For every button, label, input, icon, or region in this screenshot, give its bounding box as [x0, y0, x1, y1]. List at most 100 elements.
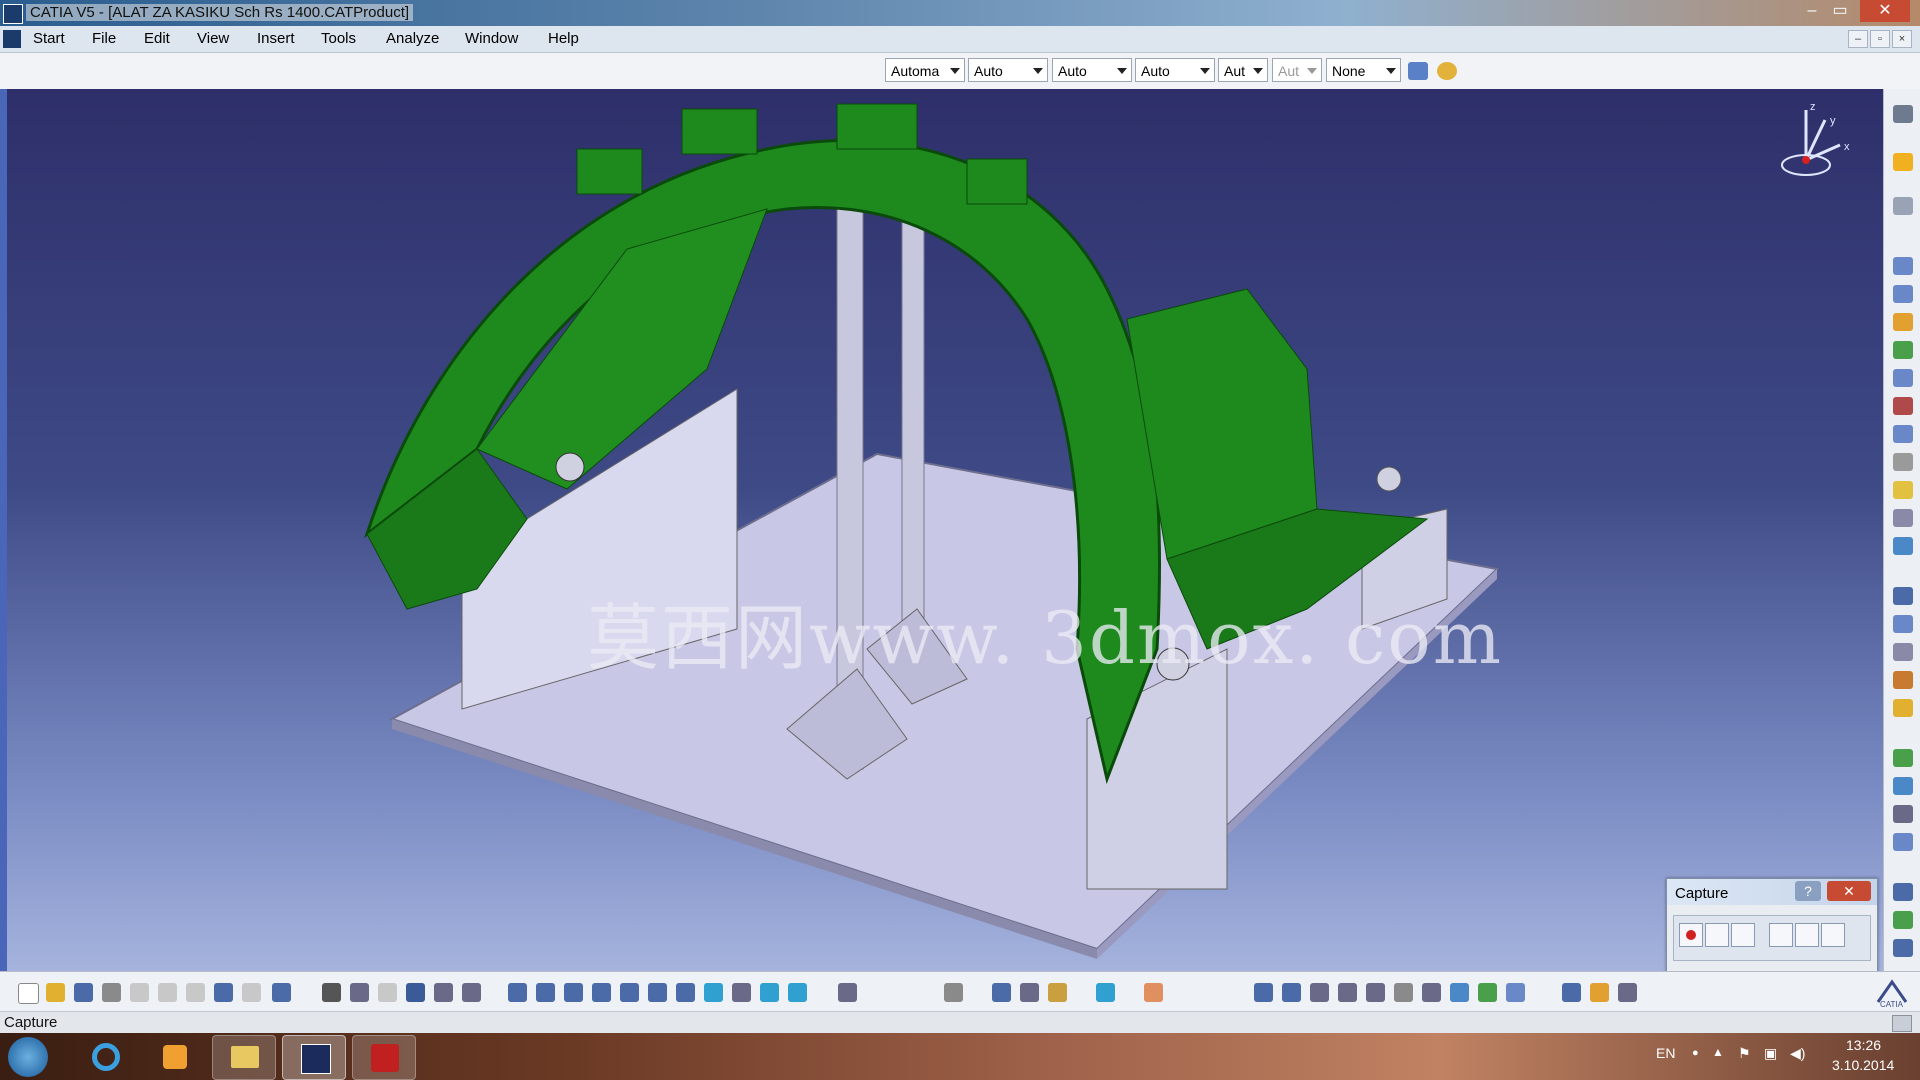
- mdi-restore-button[interactable]: ▫: [1870, 30, 1890, 48]
- swap-space-icon[interactable]: [788, 983, 807, 1002]
- explode-icon[interactable]: [1893, 671, 1913, 689]
- print-icon[interactable]: [102, 983, 121, 1002]
- new-component-icon[interactable]: [1893, 257, 1913, 275]
- show-hidden-icons-icon[interactable]: ▲: [1712, 1045, 1724, 1059]
- redo-icon[interactable]: [242, 983, 261, 1002]
- distance-icon[interactable]: [1282, 983, 1301, 1002]
- existing-component-icon[interactable]: [1893, 341, 1913, 359]
- volume-icon[interactable]: ◀): [1790, 1045, 1805, 1062]
- line-type-combo[interactable]: Auto: [1135, 58, 1215, 82]
- capture-title-bar[interactable]: Capture ? ✕: [1667, 879, 1877, 905]
- new-product-icon[interactable]: [1893, 285, 1913, 303]
- mdi-minimize-button[interactable]: –: [1848, 30, 1868, 48]
- multi-instantiation-icon[interactable]: [1893, 509, 1913, 527]
- fit-all-icon[interactable]: [536, 983, 555, 1002]
- graph-tree-reordering-icon[interactable]: [1893, 397, 1913, 415]
- pan-icon[interactable]: [564, 983, 583, 1002]
- render-style-icon[interactable]: [732, 983, 751, 1002]
- start-orb-icon[interactable]: [8, 1037, 48, 1077]
- sectioning-analysis-icon[interactable]: [1366, 983, 1385, 1002]
- rotate-icon[interactable]: [592, 983, 611, 1002]
- compute-clash-icon[interactable]: [1338, 983, 1357, 1002]
- catia-app-icon[interactable]: [3, 4, 23, 24]
- point-symbol-combo[interactable]: Aut: [1218, 58, 1268, 82]
- model-3d-view[interactable]: [7, 89, 1883, 971]
- action-center-flag-icon[interactable]: ⚑: [1738, 1045, 1751, 1062]
- grid-icon[interactable]: [1144, 983, 1163, 1002]
- constraint-icon[interactable]: [1562, 983, 1581, 1002]
- fast-multi-instantiation-icon[interactable]: [1893, 537, 1913, 555]
- minimize-button[interactable]: ‒: [1798, 0, 1826, 22]
- measure-item-icon[interactable]: [1422, 983, 1441, 1002]
- autocad-taskbar-icon[interactable]: [352, 1035, 416, 1080]
- internet-explorer-icon[interactable]: [74, 1035, 136, 1078]
- undo-icon[interactable]: [214, 983, 233, 1002]
- open-icon[interactable]: [46, 983, 65, 1002]
- smart-move-icon[interactable]: [1893, 643, 1913, 661]
- menu-edit[interactable]: Edit: [144, 30, 170, 47]
- maximize-button[interactable]: ▭: [1826, 0, 1854, 22]
- clash-icon[interactable]: [1254, 983, 1273, 1002]
- snap-icon[interactable]: [1893, 615, 1913, 633]
- image-icon[interactable]: [1795, 923, 1819, 947]
- menu-view[interactable]: View: [197, 30, 229, 47]
- file-explorer-icon[interactable]: [212, 1035, 276, 1080]
- compass-icon[interactable]: z y x: [1780, 100, 1860, 190]
- manipulate-icon[interactable]: [1893, 587, 1913, 605]
- angle-constraint-icon[interactable]: [1893, 833, 1913, 851]
- iso-view-icon[interactable]: [704, 983, 723, 1002]
- hide-show-icon[interactable]: [760, 983, 779, 1002]
- update-icon[interactable]: [1893, 911, 1913, 929]
- catia-taskbar-icon[interactable]: [282, 1035, 346, 1080]
- design-table-icon[interactable]: [378, 983, 397, 1002]
- sectioning-icon[interactable]: [1096, 983, 1115, 1002]
- options-icon[interactable]: [1731, 923, 1755, 947]
- left-scrollbar[interactable]: [0, 89, 7, 971]
- input-method-icon[interactable]: ●: [1692, 1047, 1699, 1059]
- network-icon[interactable]: ▣: [1764, 1045, 1777, 1062]
- offset-constraint-icon[interactable]: [1893, 805, 1913, 823]
- product-structure-icon[interactable]: [992, 983, 1011, 1002]
- contact-constraint-icon[interactable]: [1893, 777, 1913, 795]
- replace-component-icon[interactable]: [1893, 369, 1913, 387]
- capture-mode-icon[interactable]: [1769, 923, 1793, 947]
- command-input-icon[interactable]: [1892, 1015, 1912, 1032]
- record-icon[interactable]: [1679, 923, 1703, 947]
- whats-this-icon[interactable]: [272, 983, 291, 1002]
- zoom-out-icon[interactable]: [648, 983, 667, 1002]
- capture-help-button[interactable]: ?: [1795, 881, 1821, 901]
- enhanced-scene-icon[interactable]: [1478, 983, 1497, 1002]
- media-player-icon[interactable]: [143, 1035, 205, 1078]
- clock-date[interactable]: 3.10.2014: [1832, 1057, 1894, 1073]
- catalog-icon[interactable]: [406, 983, 425, 1002]
- menu-tools[interactable]: Tools: [321, 30, 356, 47]
- copy-icon[interactable]: [158, 983, 177, 1002]
- paste-icon[interactable]: [186, 983, 205, 1002]
- close-button[interactable]: ✕: [1860, 0, 1910, 22]
- new-part-icon[interactable]: [1893, 313, 1913, 331]
- menu-file[interactable]: File: [92, 30, 116, 47]
- catalog-structure-icon[interactable]: [1020, 983, 1039, 1002]
- selective-load-icon[interactable]: [1893, 453, 1913, 471]
- reconnect-icon[interactable]: [1618, 983, 1637, 1002]
- menu-help[interactable]: Help: [548, 30, 579, 47]
- new-icon[interactable]: [18, 983, 39, 1004]
- rendering-style-combo[interactable]: Aut: [1272, 58, 1322, 82]
- menu-insert[interactable]: Insert: [257, 30, 295, 47]
- properties-brush-icon[interactable]: [1437, 62, 1457, 80]
- bom-icon[interactable]: [462, 983, 481, 1002]
- knowledge-icon[interactable]: [350, 983, 369, 1002]
- manipulation-icon[interactable]: [1893, 197, 1913, 215]
- zoom-in-icon[interactable]: [620, 983, 639, 1002]
- stop-manipulate-on-clash-icon[interactable]: [1893, 699, 1913, 717]
- menu-start[interactable]: Start: [33, 30, 65, 47]
- scenes-icon[interactable]: [1450, 983, 1469, 1002]
- normal-view-icon[interactable]: [676, 983, 695, 1002]
- update-constraints-icon[interactable]: [1590, 983, 1609, 1002]
- tools-palette-icon[interactable]: [838, 983, 857, 1002]
- menu-window[interactable]: Window: [465, 30, 518, 47]
- layer-combo[interactable]: None: [1326, 58, 1401, 82]
- 3d-viewport[interactable]: 莫西网www. 3dmox. com: [7, 89, 1883, 971]
- workbench-icon[interactable]: [1893, 105, 1913, 123]
- line-thickness-combo[interactable]: Auto: [1052, 58, 1132, 82]
